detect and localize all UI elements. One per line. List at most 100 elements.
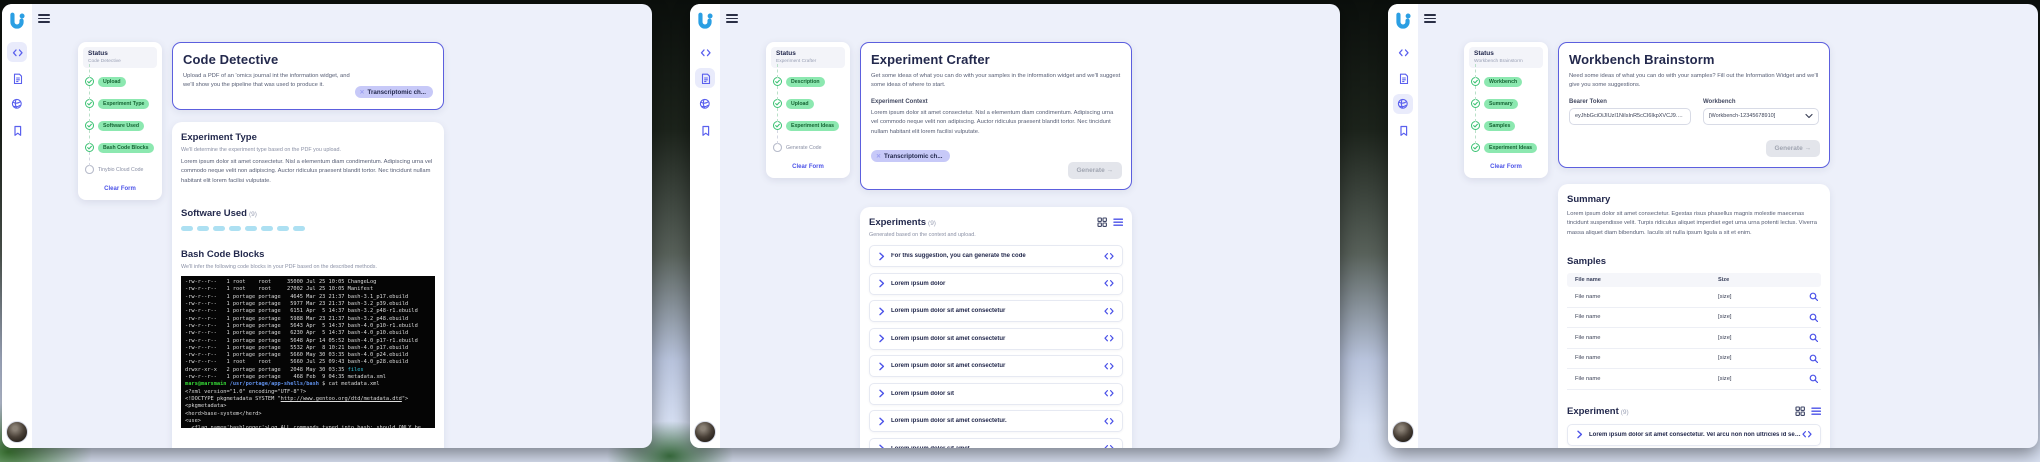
menu-icon[interactable] <box>726 14 738 23</box>
chevron-right-icon[interactable] <box>878 417 885 426</box>
nav-code-icon[interactable] <box>7 42 27 62</box>
user-avatar[interactable] <box>1392 421 1414 443</box>
experiment-row[interactable]: Lorem ipsum dolor sit amet consectetur. … <box>1567 423 1821 446</box>
bash-blocks-subtitle: We'll infer the following code blocks in… <box>181 264 377 271</box>
experiment-row[interactable]: Lorem ipsum dolor sit <box>869 382 1123 405</box>
experiment-row[interactable]: For this suggestion, you can generate th… <box>869 245 1123 267</box>
transcriptomic-chip[interactable]: ✕ Transcriptomic ch... <box>354 86 433 98</box>
user-avatar[interactable] <box>694 421 716 443</box>
chevron-right-icon[interactable] <box>878 279 885 288</box>
nav-code-icon[interactable] <box>1393 42 1413 62</box>
grid-view-icon[interactable] <box>1097 217 1108 228</box>
software-chip[interactable] <box>181 226 193 232</box>
code-icon[interactable] <box>1104 417 1114 425</box>
nav-bookmark-icon[interactable] <box>1393 120 1413 140</box>
table-row[interactable]: File name [size] <box>1567 287 1821 308</box>
nav-code-icon[interactable] <box>695 42 715 62</box>
status-step: Bash Code Blocks <box>83 129 157 159</box>
menu-icon[interactable] <box>1424 14 1436 23</box>
size-cell: [size] <box>1718 355 1732 362</box>
experiment-row[interactable]: Lorem ipsum dolor <box>869 272 1123 295</box>
code-icon[interactable] <box>1104 389 1114 397</box>
code-icon[interactable] <box>1104 362 1114 370</box>
experiment-label: Lorem ipsum dolor sit amet consectetur. … <box>1589 431 1802 438</box>
chevron-right-icon[interactable] <box>878 334 885 343</box>
chevron-right-icon[interactable] <box>878 389 885 398</box>
experiment-row[interactable]: Lorem ipsum dolor sit amet <box>869 437 1123 448</box>
transcriptomic-chip[interactable]: ✕ Transcriptomic ch... <box>871 150 950 162</box>
code-icon[interactable] <box>1104 307 1114 315</box>
chevron-right-icon[interactable] <box>1576 430 1583 439</box>
nav-document-icon[interactable] <box>1393 68 1413 88</box>
code-icon[interactable] <box>1104 279 1114 287</box>
status-step: Experiment Type <box>83 85 157 115</box>
status-steps: Description Upload Experiment Ideas Gene… <box>771 63 845 159</box>
software-chip[interactable] <box>293 226 305 232</box>
search-icon[interactable] <box>1809 313 1818 322</box>
table-row[interactable]: File name [size] <box>1567 369 1821 390</box>
nav-bookmark-icon[interactable] <box>7 120 27 140</box>
list-view-icon[interactable] <box>1810 406 1821 416</box>
experiment-row[interactable]: Lorem ipsum dolor sit amet consectetur <box>869 355 1123 377</box>
search-icon[interactable] <box>1809 374 1818 384</box>
nav-document-icon[interactable] <box>695 68 715 88</box>
software-chip[interactable] <box>229 226 241 232</box>
nav-sphere-icon[interactable] <box>695 94 715 114</box>
status-step: Generate Code <box>771 129 845 159</box>
experiment-row[interactable]: Lorem ipsum dolor sit amet consectetur <box>869 300 1123 322</box>
software-chip[interactable] <box>213 226 225 232</box>
status-title: Status <box>88 50 108 57</box>
list-view-icon[interactable] <box>1112 217 1123 227</box>
code-icon[interactable] <box>1104 444 1114 448</box>
status-header: Status Experiment Crafter <box>771 47 845 68</box>
nav-bookmark-icon[interactable] <box>695 120 715 140</box>
clear-form-link[interactable]: Clear Form <box>1469 164 1543 170</box>
chevron-right-icon[interactable] <box>878 444 885 448</box>
clear-form-link[interactable]: Clear Form <box>83 186 157 192</box>
nav-sphere-icon[interactable] <box>7 94 27 114</box>
experiment-row[interactable]: Lorem ipsum dolor sit amet consectetur <box>869 327 1123 350</box>
close-icon[interactable]: ✕ <box>360 89 365 96</box>
chevron-right-icon[interactable] <box>878 362 885 371</box>
experiment-context-label: Experiment Context <box>871 98 928 105</box>
code-icon[interactable] <box>1104 334 1114 342</box>
status-step: Tinybio Cloud Code <box>83 151 157 181</box>
code-icon[interactable] <box>1104 252 1114 260</box>
user-avatar[interactable] <box>6 421 28 443</box>
pending-circle-icon <box>85 165 94 174</box>
bearer-token-input[interactable]: eyJhbGciOiJIUzI1NiIsInR5cCI6IkpXVCJ9.eyJ… <box>1569 107 1691 125</box>
search-icon[interactable] <box>1809 292 1818 302</box>
table-row[interactable]: File name [size] <box>1567 328 1821 349</box>
grid-view-icon[interactable] <box>1795 406 1806 416</box>
generate-button[interactable]: Generate → <box>1067 162 1122 179</box>
file-name-cell: File name <box>1575 355 1601 362</box>
nav-document-icon[interactable] <box>7 68 27 88</box>
status-subtitle: Workbench Brainstorm <box>1474 58 1523 64</box>
nav-sphere-icon[interactable] <box>1393 94 1413 114</box>
menu-icon[interactable] <box>38 14 50 23</box>
check-icon <box>1471 121 1480 130</box>
status-step: Experiment Ideas <box>1469 129 1543 159</box>
experiment-row[interactable]: Lorem ipsum dolor sit amet consectetur. <box>869 410 1123 432</box>
software-chip[interactable] <box>245 226 257 232</box>
chevron-right-icon[interactable] <box>878 307 885 316</box>
step-label: Workbench <box>1484 76 1523 87</box>
search-icon[interactable] <box>1809 354 1818 363</box>
experiment-type-body: Lorem ipsum dolor sit amet consectetur. … <box>181 159 433 184</box>
close-icon[interactable]: ✕ <box>876 153 881 160</box>
terminal-output[interactable]: -rw-r--r-- 1 root root 35000 Jul 25 10:0… <box>181 276 435 429</box>
code-icon[interactable] <box>1802 430 1812 438</box>
table-row[interactable]: File name [size] <box>1567 308 1821 329</box>
software-chip[interactable] <box>261 226 273 232</box>
chevron-right-icon[interactable] <box>878 251 885 261</box>
workbench-select[interactable]: [Workbench-12345678910] <box>1703 107 1819 125</box>
clear-form-link[interactable]: Clear Form <box>771 164 845 170</box>
content-area: Status Workbench Brainstorm Workbench Su… <box>1418 4 2038 448</box>
table-row[interactable]: File name [size] <box>1567 349 1821 370</box>
software-chip[interactable] <box>197 226 209 232</box>
search-icon[interactable] <box>1809 333 1818 343</box>
software-chip[interactable] <box>277 226 289 232</box>
generate-button[interactable]: Generate → <box>1765 140 1820 157</box>
check-icon <box>1471 99 1480 108</box>
arrow-right-icon: → <box>1106 167 1114 174</box>
